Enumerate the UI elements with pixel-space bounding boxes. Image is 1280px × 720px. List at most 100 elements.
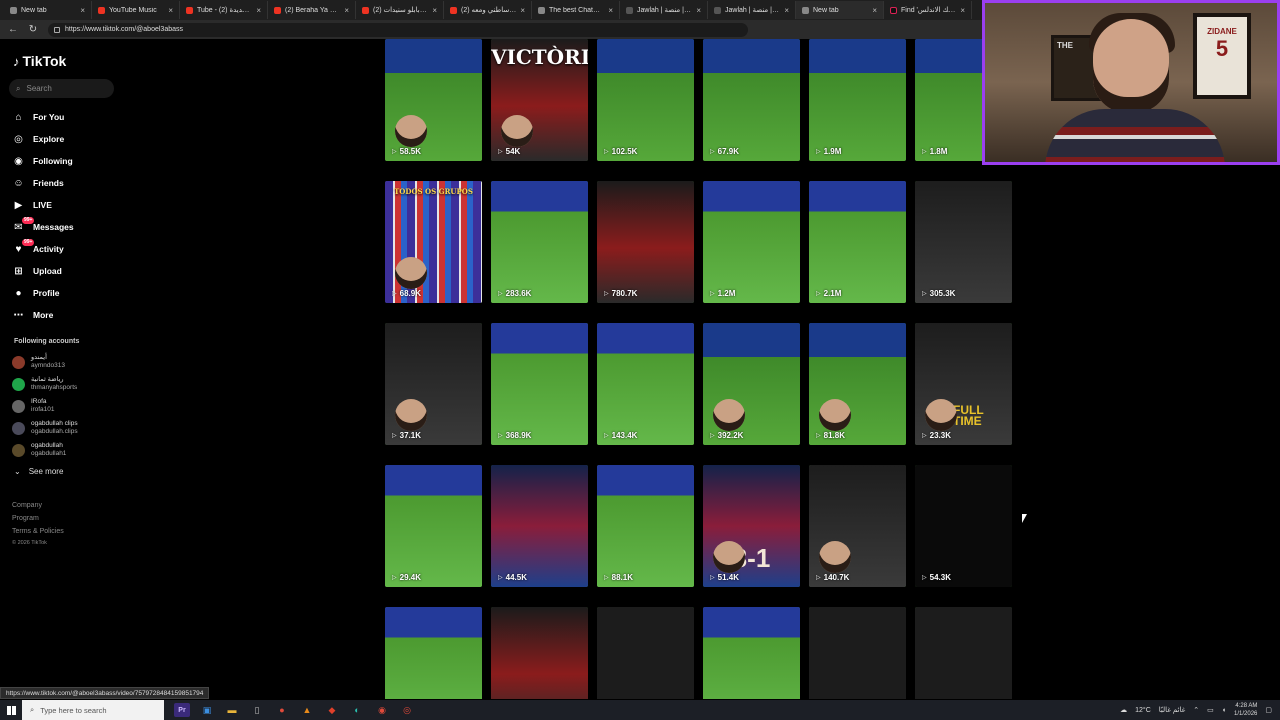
nav-item-more[interactable]: ⋯ More — [12, 304, 132, 326]
taskbar-search[interactable]: ⌕ Type here to search — [22, 700, 164, 720]
video-thumbnail[interactable]: ▷ 29.4K — [385, 465, 482, 587]
clock[interactable]: 4:28 AM 1/1/2026 — [1234, 702, 1257, 718]
play-icon: ▷ — [604, 291, 609, 297]
browser-tab[interactable]: Tube - أغنية جديدة (2)× — [180, 1, 268, 19]
browser-tab[interactable]: Jawlah | جولة | منصة × — [708, 1, 796, 19]
video-thumbnail[interactable]: VICTÒRIA ▷54K — [491, 39, 588, 161]
following-account[interactable]: ogabdullah ogabdullah1 — [12, 439, 132, 461]
browser-tab[interactable]: New tab × — [796, 1, 884, 19]
premiere-pro-icon[interactable]: Pr — [174, 703, 190, 717]
close-icon[interactable]: × — [432, 6, 437, 15]
tiktok-logo[interactable]: ♪ TikTok — [13, 53, 66, 69]
video-thumbnail[interactable] — [385, 607, 482, 699]
video-thumbnail[interactable]: ▷ 283.6K — [491, 181, 588, 303]
nav-item-upload[interactable]: ⊞ Upload — [12, 260, 132, 282]
see-more-button[interactable]: ⌄ See more — [14, 467, 63, 476]
url-field[interactable]: https://www.tiktok.com/@aboel3abass — [48, 22, 748, 37]
tab-title: Tube - أغنية جديدة (2) — [197, 7, 253, 14]
close-icon[interactable]: × — [960, 6, 965, 15]
files-icon[interactable]: ▯ — [249, 703, 265, 717]
following-account[interactable]: IRofa irofa101 — [12, 395, 132, 417]
video-thumbnail[interactable]: ▷ 305.3K — [915, 181, 1012, 303]
nav-item-home[interactable]: ⌂ For You — [12, 106, 132, 128]
nav-item-friends[interactable]: ☺ Friends — [12, 172, 132, 194]
video-thumbnail[interactable] — [809, 607, 906, 699]
video-thumbnail[interactable]: ▷ 1.2M — [703, 181, 800, 303]
close-icon[interactable]: × — [344, 6, 349, 15]
browser-icon[interactable]: ◎ — [399, 703, 415, 717]
close-icon[interactable]: × — [256, 6, 261, 15]
obs-icon[interactable]: ◉ — [374, 703, 390, 717]
video-thumbnail[interactable]: TODOS OS GRUPOS ▷ 68.9K — [385, 181, 482, 303]
close-icon[interactable]: × — [872, 6, 877, 15]
brave-icon[interactable]: ◆ — [324, 703, 340, 717]
video-thumbnail[interactable] — [491, 607, 588, 699]
video-thumbnail[interactable]: ▷ 88.1K — [597, 465, 694, 587]
network-icon[interactable]: ▭ — [1207, 706, 1214, 714]
messages-icon: ✉ 99+ — [14, 216, 35, 233]
video-thumbnail[interactable]: ▷ 143.4K — [597, 323, 694, 445]
video-thumbnail[interactable]: ▷ 140.7K — [809, 465, 906, 587]
back-icon[interactable]: ← — [8, 24, 18, 35]
following-account[interactable]: رياضة ثمانية thmanyahsports — [12, 373, 132, 395]
following-account[interactable]: ogabdullah clips ogabdullah.clips — [12, 417, 132, 439]
nav-item-compass[interactable]: ◎ Explore — [12, 128, 132, 150]
browser-tab[interactable]: Find 'ملك الاندلس' on × — [884, 1, 972, 19]
footer-terms-link[interactable]: Terms & Policies — [12, 525, 64, 538]
chevron-up-icon[interactable]: ⌃ — [1193, 706, 1199, 714]
nav-item-live[interactable]: ▶ LIVE — [12, 194, 132, 216]
video-thumbnail[interactable]: ▷ 102.5K — [597, 39, 694, 161]
vlc-icon[interactable]: ▲ — [299, 703, 315, 717]
close-icon[interactable]: × — [608, 6, 613, 15]
video-thumbnail[interactable]: ▷ 67.9K — [703, 39, 800, 161]
search-input[interactable]: ⌕ Search — [9, 79, 114, 98]
thumbnail-image — [491, 323, 588, 445]
footer-company-link[interactable]: Company — [12, 499, 64, 512]
weather-temp[interactable]: 12°C — [1135, 707, 1151, 714]
browser-tab[interactable]: YouTube Music × — [92, 1, 180, 19]
close-icon[interactable]: × — [696, 6, 701, 15]
browser-tab[interactable]: (2) Beraha Ya Sheekha × — [268, 1, 356, 19]
browser-tab[interactable]: New tab × — [4, 1, 92, 19]
close-icon[interactable]: × — [80, 6, 85, 15]
following-account[interactable]: أيمندو aymndo313 — [12, 351, 132, 373]
video-thumbnail[interactable]: ▷ 81.8K — [809, 323, 906, 445]
edge-icon[interactable]: ◐ — [349, 703, 365, 717]
close-icon[interactable]: × — [168, 6, 173, 15]
browser-tab[interactable]: (2) جوال بابلو سنيدات× — [356, 1, 444, 19]
video-thumbnail[interactable] — [597, 607, 694, 699]
video-thumbnail[interactable]: 3-1 ▷ 51.4K — [703, 465, 800, 587]
video-thumbnail[interactable]: ▷ 368.9K — [491, 323, 588, 445]
video-thumbnail[interactable]: ▷ 780.7K — [597, 181, 694, 303]
close-icon[interactable]: × — [520, 6, 525, 15]
browser-tab[interactable]: The best ChatBot and × — [532, 1, 620, 19]
video-thumbnail[interactable]: ▷ 44.5K — [491, 465, 588, 587]
word-icon[interactable]: ▣ — [199, 703, 215, 717]
chrome-icon[interactable]: ● — [274, 703, 290, 717]
nav-item-activity[interactable]: ♥ 99+ Activity — [12, 238, 132, 260]
reload-icon[interactable]: ↻ — [28, 24, 38, 35]
play-icon: ▷ — [710, 433, 715, 439]
start-button[interactable] — [0, 700, 22, 720]
volume-icon[interactable]: ◖ — [1222, 707, 1226, 714]
streamer-face — [1093, 19, 1169, 113]
video-thumbnail[interactable] — [915, 607, 1012, 699]
play-icon: ▷ — [392, 433, 397, 439]
nav-item-following[interactable]: ◉ Following — [12, 150, 132, 172]
footer-program-link[interactable]: Program — [12, 512, 64, 525]
video-thumbnail[interactable]: ▷ 1.9M — [809, 39, 906, 161]
browser-tab[interactable]: Jawlah | جولة | منصة × — [620, 1, 708, 19]
video-thumbnail[interactable] — [703, 607, 800, 699]
video-thumbnail[interactable]: FULL TIME ▷ 23.3K — [915, 323, 1012, 445]
file-explorer-icon[interactable]: ▬ — [224, 703, 240, 717]
notification-icon[interactable]: ▢ — [1265, 706, 1272, 714]
video-thumbnail[interactable]: ▷ 58.5K — [385, 39, 482, 161]
video-thumbnail[interactable]: ▷ 37.1K — [385, 323, 482, 445]
video-thumbnail[interactable]: ▷ 54.3K — [915, 465, 1012, 587]
video-thumbnail[interactable]: ▷ 392.2K — [703, 323, 800, 445]
video-thumbnail[interactable]: ▷ 2.1M — [809, 181, 906, 303]
nav-item-messages[interactable]: ✉ 99+ Messages — [12, 216, 132, 238]
browser-tab[interactable]: (2) يارك ساطني ومعه × — [444, 1, 532, 19]
close-icon[interactable]: × — [784, 6, 789, 15]
nav-item-profile[interactable]: ● Profile — [12, 282, 132, 304]
